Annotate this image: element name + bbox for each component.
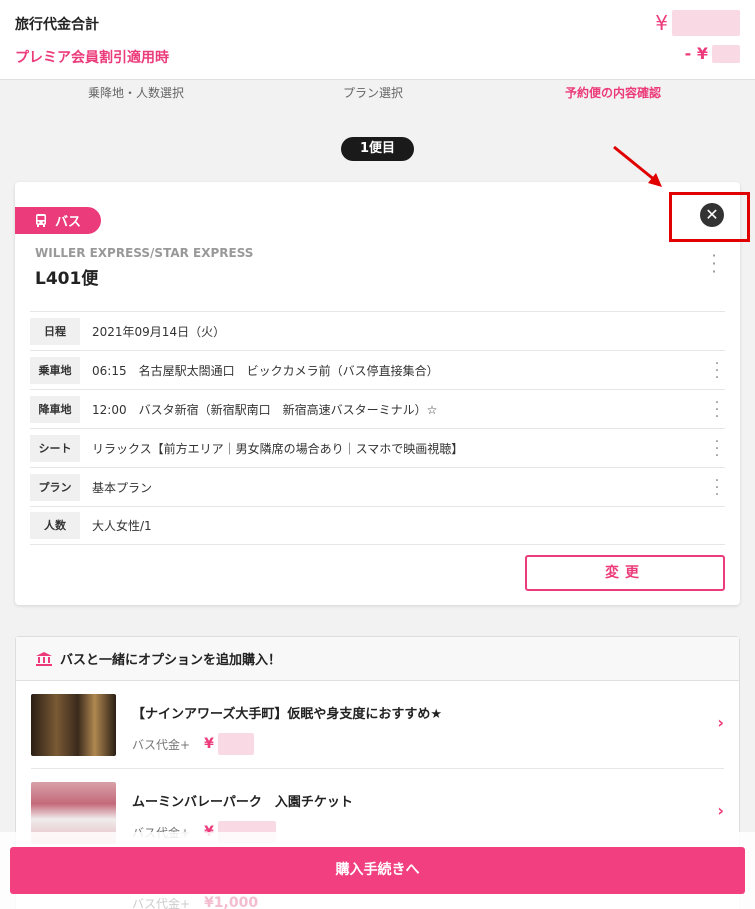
chevron-right-icon: › <box>717 713 724 732</box>
discount-price: - ¥ <box>685 44 740 63</box>
option-thumbnail <box>31 694 116 756</box>
change-button[interactable]: 変更 <box>525 555 725 591</box>
partial-option-price: バス代金+ ¥1,000 <box>132 895 258 909</box>
total-currency: ¥ <box>655 11 668 35</box>
bus-card: バス ✕ WILLER EXPRESS/STAR EXPRESS L401便 ·… <box>15 182 740 605</box>
info-label: 人数 <box>30 512 80 539</box>
option-price: バス代金+ ¥ <box>132 733 254 755</box>
info-row-alighting: 降車地 12:00 バスタ新宿（新宿駅南口 新宿高速バスターミナル）☆ · · · <box>30 389 725 428</box>
progress-steps: 乗降地・人数選択 プラン選択 予約便の内容確認 <box>0 82 755 102</box>
annotation-highlight-box <box>669 192 750 242</box>
building-icon <box>36 651 52 666</box>
info-label: プラン <box>30 473 80 501</box>
bus-tag: バス <box>15 207 101 234</box>
discount-label: プレミア会員割引適用時 <box>15 50 169 66</box>
info-value: リラックス【前方エリア｜男女隣席の場合あり｜スマホで映画視聴】 <box>92 441 464 456</box>
bus-tag-label: バス <box>55 215 82 230</box>
info-row-plan: プラン 基本プラン · · · <box>30 467 725 506</box>
info-value: 大人女性/1 <box>92 519 152 533</box>
info-row-passengers: 人数 大人女性/1 <box>30 506 725 545</box>
info-label: 降車地 <box>30 395 80 423</box>
partial-price-value: ¥1,000 <box>204 895 259 909</box>
chevron-right-icon: › <box>717 801 724 820</box>
step-2: プラン選択 <box>343 86 404 100</box>
partial-price-prefix: バス代金+ <box>132 897 191 909</box>
seat-more-icon[interactable]: · · · <box>713 435 721 463</box>
plan-more-icon[interactable]: · · · <box>713 474 721 502</box>
info-label: 乗車地 <box>30 356 80 384</box>
service-number: L401便 <box>35 269 99 289</box>
trip-info-table: 日程 2021年09月14日（火） 乗車地 06:15 名古屋駅太閤通口 ビック… <box>30 311 725 545</box>
option-currency: ¥ <box>204 736 214 752</box>
info-row-boarding: 乗車地 06:15 名古屋駅太閤通口 ビックカメラ前（バス停直接集合） · · · <box>30 350 725 389</box>
option-price-redacted <box>217 733 254 755</box>
alighting-more-icon[interactable]: · · · <box>713 396 721 424</box>
total-label: 旅行代金合計 <box>15 17 99 33</box>
option-title: ムーミンバレーパーク 入園チケット <box>132 795 353 810</box>
info-row-date: 日程 2021年09月14日（火） <box>30 311 725 350</box>
step-1: 乗降地・人数選択 <box>88 86 185 100</box>
operator-name: WILLER EXPRESS/STAR EXPRESS <box>35 246 254 260</box>
purchase-button[interactable]: 購入手続きへ <box>10 847 745 894</box>
bus-icon <box>36 214 46 227</box>
total-price: ¥ <box>655 10 740 36</box>
options-heading: バスと一緒にオプションを追加購入！ <box>16 637 739 681</box>
info-row-seat: シート リラックス【前方エリア｜男女隣席の場合あり｜スマホで映画視聴】 · · · <box>30 428 725 467</box>
options-heading-label: バスと一緒にオプションを追加購入！ <box>60 653 282 668</box>
option-title: 【ナインアワーズ大手町】仮眠や身支度におすすめ★ <box>132 707 443 722</box>
info-label: シート <box>30 434 80 462</box>
step-3-current: 予約便の内容確認 <box>565 86 662 100</box>
info-value: 12:00 バスタ新宿（新宿駅南口 新宿高速バスターミナル）☆ <box>92 402 438 417</box>
info-value: 基本プラン <box>92 480 153 495</box>
discount-prefix: - ¥ <box>684 44 708 63</box>
annotation-arrow-icon <box>613 145 662 187</box>
service-more-icon[interactable]: · · · <box>710 248 718 280</box>
discount-price-redacted <box>712 44 740 63</box>
option-price-prefix: バス代金+ <box>132 737 191 752</box>
info-label: 日程 <box>30 317 80 345</box>
info-value: 2021年09月14日（火） <box>92 324 226 339</box>
purchase-bar: 購入手続きへ <box>0 832 755 909</box>
boarding-more-icon[interactable]: · · · <box>713 357 721 385</box>
info-value: 06:15 名古屋駅太閤通口 ビックカメラ前（バス停直接集合） <box>92 363 439 378</box>
option-item[interactable]: 【ナインアワーズ大手町】仮眠や身支度におすすめ★ バス代金+ ¥ › <box>31 681 724 769</box>
price-summary: 旅行代金合計 ¥ プレミア会員割引適用時 - ¥ <box>0 0 755 80</box>
trip-number-badge: 1便目 <box>341 137 414 161</box>
total-price-redacted <box>672 10 740 36</box>
